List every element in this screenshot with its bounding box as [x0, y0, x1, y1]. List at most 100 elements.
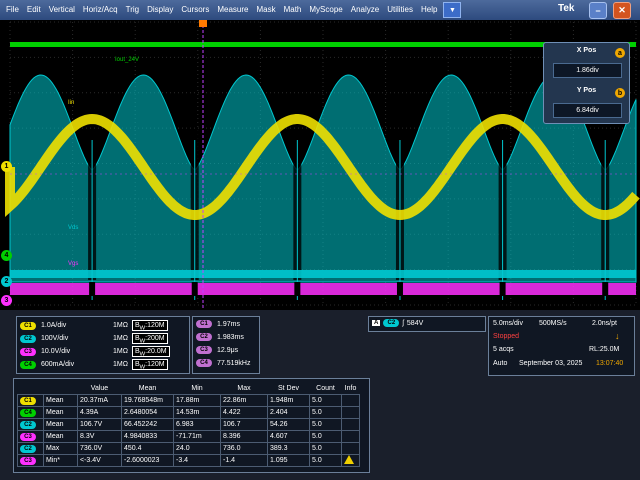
menu-vertical[interactable]: Vertical [45, 0, 79, 20]
table-header-row: Value Mean Min Max St Dev Count Info [18, 383, 360, 395]
channel-row-1[interactable]: C1 1.0A/div 1MΩ BW:120M [20, 320, 168, 331]
acquisition-status-panel[interactable]: 5.0ms/div 500MS/s 2.0ns/pt Stopped ↓ 5 a… [488, 316, 635, 376]
measurement-source-cell: C1 [17, 394, 44, 407]
cell-count: 5.0 [309, 406, 342, 419]
measurement-source-cell: C2 [17, 442, 44, 455]
channel-row-2[interactable]: C2 100V/div 1MΩ BW:200M [20, 333, 168, 344]
ch1-marker[interactable]: 1 [1, 161, 12, 172]
table-row[interactable]: C3 Min* <-3.4V -2.6000023 -3.4 -1.4 1.095 5.0 [17, 454, 360, 467]
cell-count: 5.0 [309, 394, 342, 407]
measurement-source-chip: C4 [20, 408, 36, 417]
cursor-row[interactable]: C1 1.97ms [196, 320, 240, 328]
cell-max: -1.4 [220, 454, 268, 467]
vgs-gap [602, 282, 609, 296]
channel-impedance: 1MΩ [113, 322, 128, 329]
knob-a-icon[interactable]: a [615, 48, 625, 58]
trigger-source-badge: A [372, 320, 381, 326]
menu-file[interactable]: File [2, 0, 23, 20]
cell-min: -3.4 [173, 454, 221, 467]
cell-info [341, 418, 360, 431]
cell-count: 5.0 [309, 430, 342, 443]
menu-display[interactable]: Display [143, 0, 177, 20]
table-row[interactable]: C4 Mean 4.39A 2.6480054 14.53m 4.422 2.404 5.0 [17, 406, 360, 419]
dropdown-arrow-icon[interactable]: ▼ [443, 2, 462, 18]
ch4-marker[interactable]: 4 [1, 250, 12, 261]
cell-mean: 66.452242 [121, 418, 174, 431]
cell-type: Mean [43, 430, 78, 443]
table-row[interactable]: C1 Mean 20.37mA 19.768548m 17.88m 22.86m 1.948… [17, 394, 360, 407]
menu-myscope[interactable]: MyScope [305, 0, 346, 20]
cell-stdev: 1.948m [267, 394, 310, 407]
knob-b-icon[interactable]: b [615, 88, 625, 98]
table-row[interactable]: C3 Mean 8.3V 4.9840833 -71.71m 8.396 4.607 5.0 [17, 430, 360, 443]
measurement-source-chip: C1 [20, 396, 36, 405]
acq-date: September 03, 2025 [519, 360, 583, 367]
cursor-row[interactable]: C3 12.9μs [196, 346, 238, 354]
table-row[interactable]: C2 Max 736.0V 450.4 24.0 736.0 389.3 5.0 [17, 442, 360, 455]
trace-label-vds: Vds [68, 225, 79, 231]
cursor-row[interactable]: C4 77.519kHz [196, 359, 250, 367]
channel-scale: 100V/div [41, 335, 69, 342]
cursor-value: 1.97ms [217, 320, 240, 328]
acq-status: Stopped [493, 333, 520, 340]
channel-row-3[interactable]: C3 10.0V/div 1MΩ BW:20.0M [20, 346, 170, 357]
menu-utilities[interactable]: Utilities [383, 0, 417, 20]
channel-row-4[interactable]: C4 600mA/div 1MΩ BW:120M [20, 359, 168, 370]
menu-help[interactable]: Help [417, 0, 441, 20]
waveform-display[interactable]: Iout_24V Iin Vds Vgs 1 4 2 3 X Pos a 1.8… [0, 20, 640, 310]
cursor-chip: C2 [196, 333, 212, 341]
measurement-source-cell: C4 [17, 406, 44, 419]
trigger-readout-panel[interactable]: A C2 ʃ 584V [368, 316, 486, 332]
ch2-marker[interactable]: 2 [1, 276, 12, 287]
measurement-source-chip: C3 [20, 456, 36, 465]
menu-horiz-acq[interactable]: Horiz/Acq [79, 0, 122, 20]
cell-count: 5.0 [309, 454, 342, 467]
menu-mask[interactable]: Mask [252, 0, 279, 20]
menu-trig[interactable]: Trig [122, 0, 143, 20]
cursor-chip: C1 [196, 320, 212, 328]
channel-settings-panel: C1 1.0A/div 1MΩ BW:120M C2 100V/div 1MΩ … [16, 316, 190, 374]
bandwidth-box: BW:120M [131, 359, 168, 370]
menu-analyze[interactable]: Analyze [347, 0, 383, 20]
cell-mean: -2.6000023 [121, 454, 174, 467]
trace-label-vgs: Vgs [68, 261, 79, 267]
close-icon[interactable]: ✕ [613, 2, 631, 19]
channel-impedance: 1MΩ [113, 348, 128, 355]
ch3-marker[interactable]: 3 [1, 295, 12, 306]
cursor-value: 1.983ms [217, 333, 244, 341]
table-row[interactable]: C2 Mean 106.7V 66.452242 6.983 106.7 54.26 5.0 [17, 418, 360, 431]
vgs-gap [191, 282, 198, 296]
trigger-position-marker[interactable] [199, 20, 207, 27]
sample-rate: 500MS/s [539, 320, 567, 327]
menu-measure[interactable]: Measure [213, 0, 252, 20]
channel-scale: 600mA/div [41, 361, 75, 368]
cell-min: 14.53m [173, 406, 221, 419]
xpos-value[interactable]: 1.86div [553, 63, 622, 78]
cursor-value: 77.519kHz [217, 359, 251, 367]
cell-info [341, 430, 360, 443]
menu-edit[interactable]: Edit [23, 0, 45, 20]
cell-value: 4.39A [77, 406, 122, 419]
cell-info [341, 394, 360, 407]
bw-subscript: W [139, 325, 146, 332]
cell-stdev: 54.26 [267, 418, 310, 431]
measurement-source-chip: C2 [20, 444, 36, 453]
vgs-band [10, 283, 636, 295]
bandwidth-value: 120M [147, 361, 165, 368]
menu-cursors[interactable]: Cursors [177, 0, 213, 20]
bandwidth-value: 20.0M [147, 348, 167, 355]
menu-bar: File Edit Vertical Horiz/Acq Trig Displa… [0, 0, 640, 20]
warning-icon[interactable] [344, 455, 354, 464]
cursor-row[interactable]: C2 1.983ms [196, 333, 244, 341]
channel-scale: 10.0V/div [41, 348, 71, 355]
resolution: 2.0ns/pt [592, 320, 617, 327]
column-header [18, 383, 44, 395]
acq-time: 13:07:40 [596, 360, 624, 367]
menu-math[interactable]: Math [280, 0, 306, 20]
down-arrow-icon: ↓ [615, 331, 620, 341]
column-header: Info [344, 385, 357, 392]
chip-c4: C4 [20, 360, 36, 369]
ypos-value[interactable]: 6.84div [553, 103, 622, 118]
cursor-chip: C3 [196, 346, 212, 354]
minimize-icon[interactable]: − [589, 2, 607, 19]
